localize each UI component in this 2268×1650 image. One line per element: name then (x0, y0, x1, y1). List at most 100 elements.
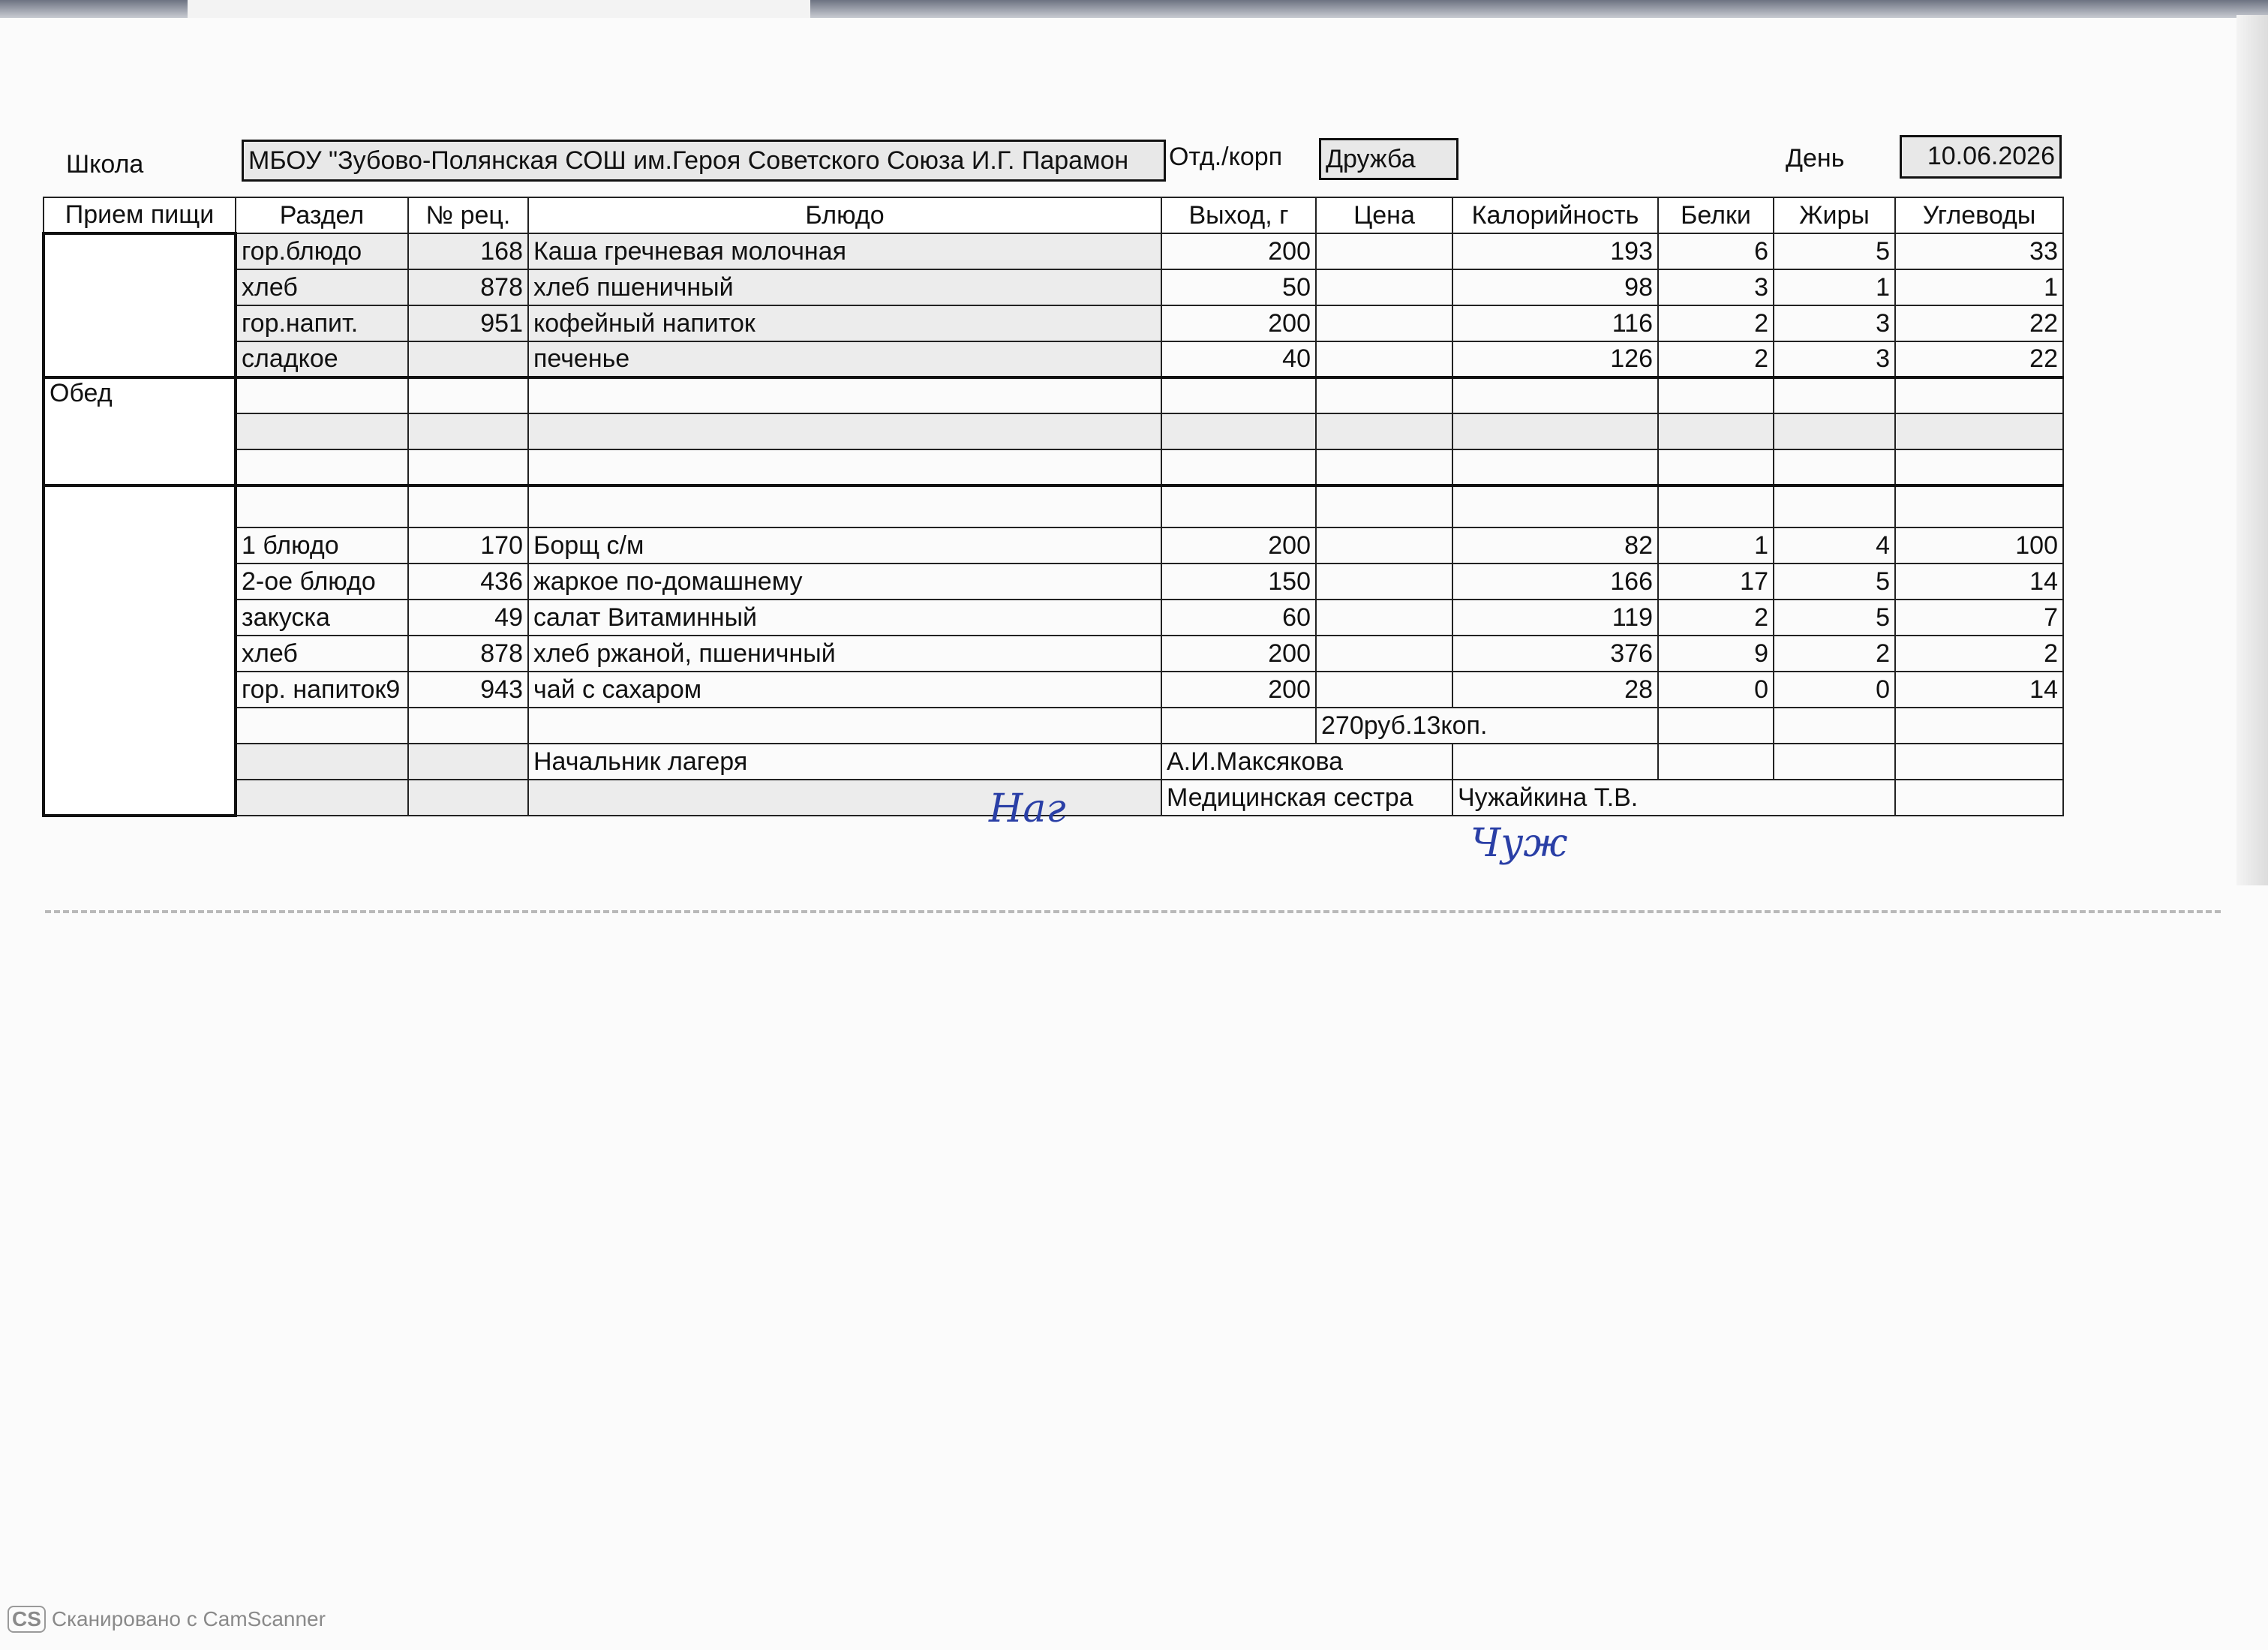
cell-recipe (407, 341, 529, 378)
cell-recipe: 943 (407, 671, 529, 708)
header-row: Прием пищи Раздел № рец. Блюдо Выход, г … (43, 197, 2064, 234)
camscanner-text: Сканировано с CamScanner (51, 1607, 326, 1630)
cell-calories: 119 (1452, 599, 1659, 636)
table-row-empty (44, 413, 2064, 450)
scan-top-gap (188, 0, 810, 18)
cell-weight: 200 (1161, 527, 1317, 564)
cell-recipe: 878 (407, 269, 529, 306)
table-row: хлеб 878 хлеб ржаной, пшеничный 200 376 … (44, 635, 2064, 672)
cell-calories: 166 (1452, 563, 1659, 600)
cell-fat: 5 (1773, 233, 1896, 270)
table-row: гор.напит. 951 кофейный напиток 200 116 … (44, 305, 2064, 342)
table-row-empty (42, 484, 2064, 817)
day-value: 10.06.2026 (1900, 135, 2062, 179)
cell-fat: 5 (1773, 563, 1896, 600)
cell-calories: 98 (1452, 269, 1659, 306)
table-row: сладкое печенье 40 126 2 3 22 (44, 341, 2064, 378)
col-protein: Белки (1657, 197, 1774, 234)
cell-carbs: 2 (1894, 635, 2064, 672)
col-dish: Блюдо (527, 197, 1162, 234)
cell-section: гор. напиток9 (235, 671, 409, 708)
cell-dish: хлеб ржаной, пшеничный (527, 635, 1162, 672)
cell-calories: 116 (1452, 305, 1659, 342)
col-section: Раздел (235, 197, 409, 234)
table-row: хлеб 878 хлеб пшеничный 50 98 3 1 1 (44, 269, 2064, 306)
cell-section: 1 блюдо (235, 527, 409, 564)
dept-value: Дружба (1319, 138, 1458, 180)
cell-protein: 3 (1657, 269, 1774, 306)
cell-section: хлеб (235, 635, 409, 672)
cell-carbs: 7 (1894, 599, 2064, 636)
cell-price (1315, 233, 1453, 270)
table-row-empty: Обед (42, 376, 2064, 487)
camscanner-logo-icon: CS (8, 1606, 46, 1633)
head-signature: Наг (989, 786, 1066, 831)
cell-fat: 5 (1773, 599, 1896, 636)
cell-weight: 200 (1161, 305, 1317, 342)
scan-dash-line (45, 910, 2221, 913)
cell-calories: 82 (1452, 527, 1659, 564)
cell-recipe: 168 (407, 233, 529, 270)
table-row: 1 блюдо 170 Борщ с/м 200 82 1 4 100 (44, 527, 2064, 564)
cell-carbs: 22 (1894, 305, 2064, 342)
total-row: 270руб.13коп. (44, 707, 2064, 744)
cell-price (1315, 341, 1453, 378)
day-label: День (1786, 144, 1845, 173)
nurse-label: Медицинская сестра (1161, 779, 1453, 816)
cell-fat: 3 (1773, 305, 1896, 342)
cell-protein: 9 (1657, 635, 1774, 672)
cell-price (1315, 305, 1453, 342)
cell-carbs: 22 (1894, 341, 2064, 378)
nurse-signature: Чуж (1470, 821, 1568, 866)
scan-top-edge (0, 0, 2268, 18)
col-recipe: № рец. (407, 197, 529, 234)
cell-price (1315, 563, 1453, 600)
table-row: 2-ое блюдо 436 жаркое по-домашнему 150 1… (44, 563, 2064, 600)
table-row-empty (44, 449, 2064, 486)
cell-weight: 40 (1161, 341, 1317, 378)
col-weight: Выход, г (1161, 197, 1317, 234)
cell-weight: 200 (1161, 233, 1317, 270)
cell-section: гор.блюдо (235, 233, 409, 270)
dept-label: Отд./корп (1169, 143, 1283, 171)
scan-right-edge (2236, 15, 2268, 885)
cell-protein: 0 (1657, 671, 1774, 708)
cell-carbs: 100 (1894, 527, 2064, 564)
cell-calories: 28 (1452, 671, 1659, 708)
table-row: закуска 49 салат Витаминный 60 119 2 5 7 (44, 599, 2064, 636)
school-value: МБОУ "Зубово-Полянская СОШ им.Героя Сове… (242, 140, 1166, 182)
signature-row-head: Начальник лагеря А.И.Максякова (44, 743, 2064, 780)
col-price: Цена (1315, 197, 1453, 234)
cell-dish: печенье (527, 341, 1162, 378)
cell-dish: Каша гречневая молочная (527, 233, 1162, 270)
cell-section: сладкое (235, 341, 409, 378)
cell-weight: 60 (1161, 599, 1317, 636)
cell-price (1315, 671, 1453, 708)
cell-calories: 126 (1452, 341, 1659, 378)
cell-fat: 1 (1773, 269, 1896, 306)
head-name: А.И.Максякова (1161, 743, 1453, 780)
cell-protein: 2 (1657, 341, 1774, 378)
cell-price (1315, 269, 1453, 306)
table-row: гор. напиток9 943 чай с сахаром 200 28 0… (44, 671, 2064, 708)
table-row: гор.блюдо 168 Каша гречневая молочная 20… (42, 232, 2064, 379)
col-meal: Прием пищи (43, 197, 236, 234)
cell-recipe: 436 (407, 563, 529, 600)
cell-fat: 0 (1773, 671, 1896, 708)
cell-recipe: 951 (407, 305, 529, 342)
cell-dish: Борщ с/м (527, 527, 1162, 564)
cell-weight: 200 (1161, 635, 1317, 672)
cell-section: закуска (235, 599, 409, 636)
cell-carbs: 14 (1894, 563, 2064, 600)
meal-breakfast-cell (42, 232, 237, 379)
cell-recipe: 49 (407, 599, 529, 636)
camscanner-watermark: CS Сканировано с CamScanner (8, 1606, 326, 1633)
col-calories: Калорийность (1452, 197, 1659, 234)
cell-price (1315, 635, 1453, 672)
cell-protein: 17 (1657, 563, 1774, 600)
cell-dish: чай с сахаром (527, 671, 1162, 708)
cell-protein: 1 (1657, 527, 1774, 564)
cell-carbs: 33 (1894, 233, 2064, 270)
cell-section: хлеб (235, 269, 409, 306)
school-label: Школа (66, 150, 144, 179)
